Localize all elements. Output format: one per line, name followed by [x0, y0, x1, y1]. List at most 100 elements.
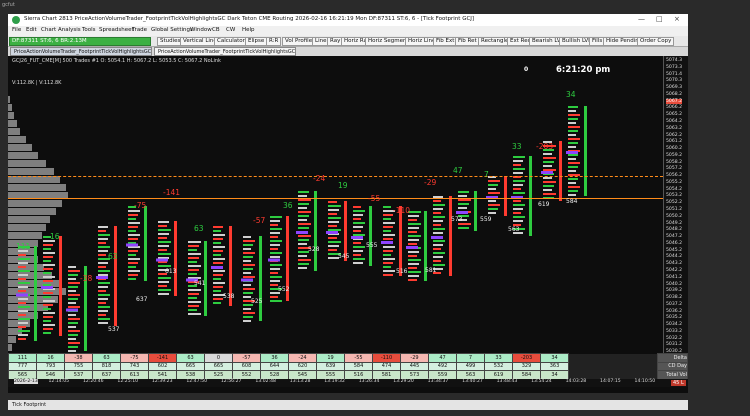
tab-chart-1[interactable]: PriceActionVolumeTrader_FootprintTickVol…	[10, 47, 152, 56]
footprint-cell	[328, 221, 339, 223]
rr-button[interactable]: R:R	[266, 37, 282, 46]
stats-cell: 545	[288, 370, 317, 380]
price-tick: 5047.2	[666, 234, 683, 240]
time-tick: 14:03:28	[565, 379, 587, 384]
footprint-cell	[68, 286, 78, 288]
menu-edit[interactable]: Edit	[26, 27, 37, 33]
stats-cell: 818	[92, 361, 121, 371]
footprint-cell	[408, 275, 419, 277]
footprint-cell	[158, 277, 171, 279]
fib-ret-button[interactable]: Fib Ret	[455, 37, 480, 46]
stats-row-label: Total Vol	[657, 370, 688, 380]
menu-trade[interactable]: Trade	[132, 27, 147, 33]
footprint-cell	[128, 274, 138, 276]
volume-profile-bar	[8, 176, 60, 183]
footprint-cell	[158, 237, 167, 239]
footprint-cell	[513, 220, 523, 222]
time-tick: 12:39:23	[151, 379, 173, 384]
time-axis[interactable]: 2026-2-13 12:14:05 12:20:46 12:25:10 12:39:2…	[8, 379, 688, 387]
footprint-cell	[270, 296, 278, 298]
elipse-button[interactable]: Elipse	[245, 37, 268, 46]
footprint-cell	[43, 284, 51, 286]
footprint-cell	[328, 205, 341, 207]
menu-analysis[interactable]: Analysis	[58, 27, 81, 33]
footprint-cell	[128, 278, 136, 280]
current-price-marker: 5067.2	[666, 98, 683, 104]
volume-label: 516	[396, 268, 408, 275]
menu-window[interactable]: Window	[190, 27, 212, 33]
footprint-cell	[43, 252, 55, 254]
footprint-cell	[433, 252, 445, 254]
footprint-cell	[513, 172, 523, 174]
candle-body	[399, 206, 402, 276]
menu-help[interactable]: Help	[242, 27, 255, 33]
footprint-cell	[68, 290, 76, 292]
chart-area[interactable]: GCJ26_FUT_CME[M] 500 Trades #1 O: 5054.1…	[8, 56, 688, 393]
footprint-cell	[298, 203, 309, 205]
footprint-cell	[128, 262, 138, 264]
stats-cell: -141	[148, 353, 177, 363]
footprint-cell	[433, 232, 443, 234]
stats-cell: 613	[120, 370, 149, 380]
delta-label: 63	[108, 252, 118, 261]
footprint-cell	[353, 226, 363, 228]
volume-profile-bar	[8, 160, 46, 167]
footprint-cell	[188, 297, 197, 299]
toolbar: DF:87311 ST:6, 6 BR:2.13M Studies Vertic…	[8, 36, 688, 47]
footprint-cell	[18, 286, 28, 288]
calculator-button[interactable]: Calculator	[214, 37, 248, 46]
price-tick: 5073.3	[666, 64, 683, 70]
stats-row: 777 793 755 818 743 602 665 665 608 644 620 639 584 4…	[8, 361, 688, 371]
menu-spreadsheet[interactable]: Spreadsheet	[99, 27, 134, 33]
window-title-bar[interactable]: Sierra Chart 2813 PriceActionVolumeTrade…	[8, 14, 688, 26]
close-button[interactable]: ×	[674, 15, 680, 23]
footprint-cell	[213, 242, 221, 244]
minimize-button[interactable]: —	[638, 15, 645, 23]
price-tick: 5040.2	[666, 281, 683, 287]
candle-body	[344, 201, 347, 261]
footprint-cell	[98, 286, 108, 288]
footprint-cell	[270, 232, 280, 234]
footprint-cell	[488, 200, 496, 202]
menu-cb[interactable]: CB	[212, 27, 220, 33]
tab-tick-footprint[interactable]: Tick Footprint	[12, 402, 46, 408]
footprint-cell	[243, 260, 251, 262]
volume-profile-bar	[8, 152, 38, 159]
menu-cw[interactable]: CW	[226, 27, 235, 33]
order-copy-button[interactable]: Order Copy	[637, 37, 675, 46]
footprint-cell	[43, 316, 53, 318]
footprint-cell	[383, 262, 393, 264]
candle-body	[174, 221, 177, 296]
stats-cell: -55	[344, 353, 373, 363]
footprint-cell	[543, 153, 552, 155]
footprint-cell	[18, 258, 30, 260]
footprint-cell	[98, 302, 106, 304]
price-tick: 5074.3	[666, 58, 683, 63]
menu-global-settings[interactable]: Global Settings	[151, 27, 193, 33]
menu-file[interactable]: File	[12, 27, 21, 33]
fib-ext-button[interactable]: Fib Ext	[433, 37, 458, 46]
footprint-cell	[243, 288, 255, 290]
maximize-button[interactable]: □	[656, 15, 663, 23]
footprint-cell	[568, 146, 576, 148]
footprint-cell	[568, 186, 580, 188]
footprint-cell	[353, 250, 363, 252]
tab-chart-2[interactable]: PriceActionVolumeTrader_FootprintTickVol…	[154, 47, 296, 56]
menu-chart[interactable]: Chart	[41, 27, 56, 33]
menu-tools[interactable]: Tools	[82, 27, 96, 33]
stats-cell: -75	[120, 353, 149, 363]
footprint-cell	[18, 338, 26, 340]
stats-cell: 573	[400, 370, 429, 380]
price-tick: 5050.2	[666, 213, 683, 219]
footprint-cell	[98, 294, 110, 296]
price-tick: 5056.2	[666, 173, 683, 179]
footprint-cell	[383, 214, 393, 216]
footprint-cell	[408, 279, 417, 281]
price-axis[interactable]: 5074.35073.35071.45070.35069.35068.25067…	[663, 56, 688, 354]
vol-profile-button[interactable]: Vol Profile	[282, 37, 316, 46]
footprint-cell	[353, 230, 361, 232]
stats-cell: 516	[344, 370, 373, 380]
footprint-cell	[513, 160, 523, 162]
footprint-cell	[98, 250, 108, 252]
price-tick: 5070.3	[666, 78, 683, 84]
